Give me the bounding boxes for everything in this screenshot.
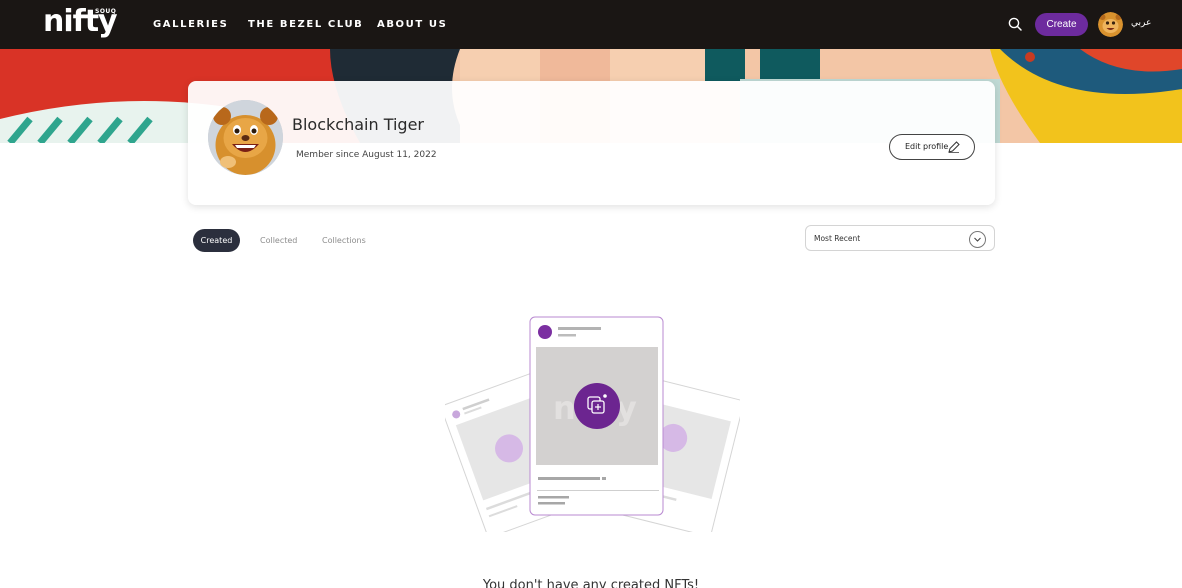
tab-collections[interactable]: Collections bbox=[322, 229, 372, 252]
nav-link-about-us[interactable]: ABOUT US bbox=[377, 19, 447, 31]
empty-state-illustration: nifty bbox=[441, 312, 744, 537]
create-button[interactable]: Create bbox=[1035, 13, 1088, 36]
sort-dropdown[interactable]: Most Recent bbox=[805, 225, 995, 251]
top-navigation: nifty SOUQ GALLERIES THE BEZEL CLUB ABOU… bbox=[0, 0, 1182, 49]
logo-subtext: SOUQ bbox=[95, 8, 117, 15]
user-avatar[interactable] bbox=[1098, 12, 1123, 37]
nav-link-galleries[interactable]: GALLERIES bbox=[153, 19, 228, 31]
language-switch[interactable]: عربي bbox=[1131, 17, 1151, 29]
profile-card: Blockchain Tiger Member since August 11,… bbox=[188, 81, 995, 205]
profile-avatar bbox=[208, 100, 283, 175]
tab-created[interactable]: Created bbox=[193, 229, 240, 252]
search-icon[interactable] bbox=[1007, 16, 1024, 33]
profile-name: Blockchain Tiger bbox=[292, 115, 424, 134]
chevron-down-icon[interactable] bbox=[969, 231, 986, 248]
edit-profile-label: Edit profile bbox=[905, 142, 949, 151]
sort-selected-value: Most Recent bbox=[814, 234, 861, 243]
edit-profile-button[interactable]: Edit profile bbox=[889, 134, 975, 160]
member-since: Member since August 11, 2022 bbox=[296, 150, 437, 160]
pencil-icon bbox=[948, 141, 960, 153]
nifty-souq-logo[interactable]: nifty SOUQ bbox=[43, 7, 123, 41]
tab-collected[interactable]: Collected bbox=[260, 229, 300, 252]
nav-link-bezel-club[interactable]: THE BEZEL CLUB bbox=[248, 19, 363, 31]
empty-state-message: You don't have any created NFTs! bbox=[482, 578, 700, 588]
